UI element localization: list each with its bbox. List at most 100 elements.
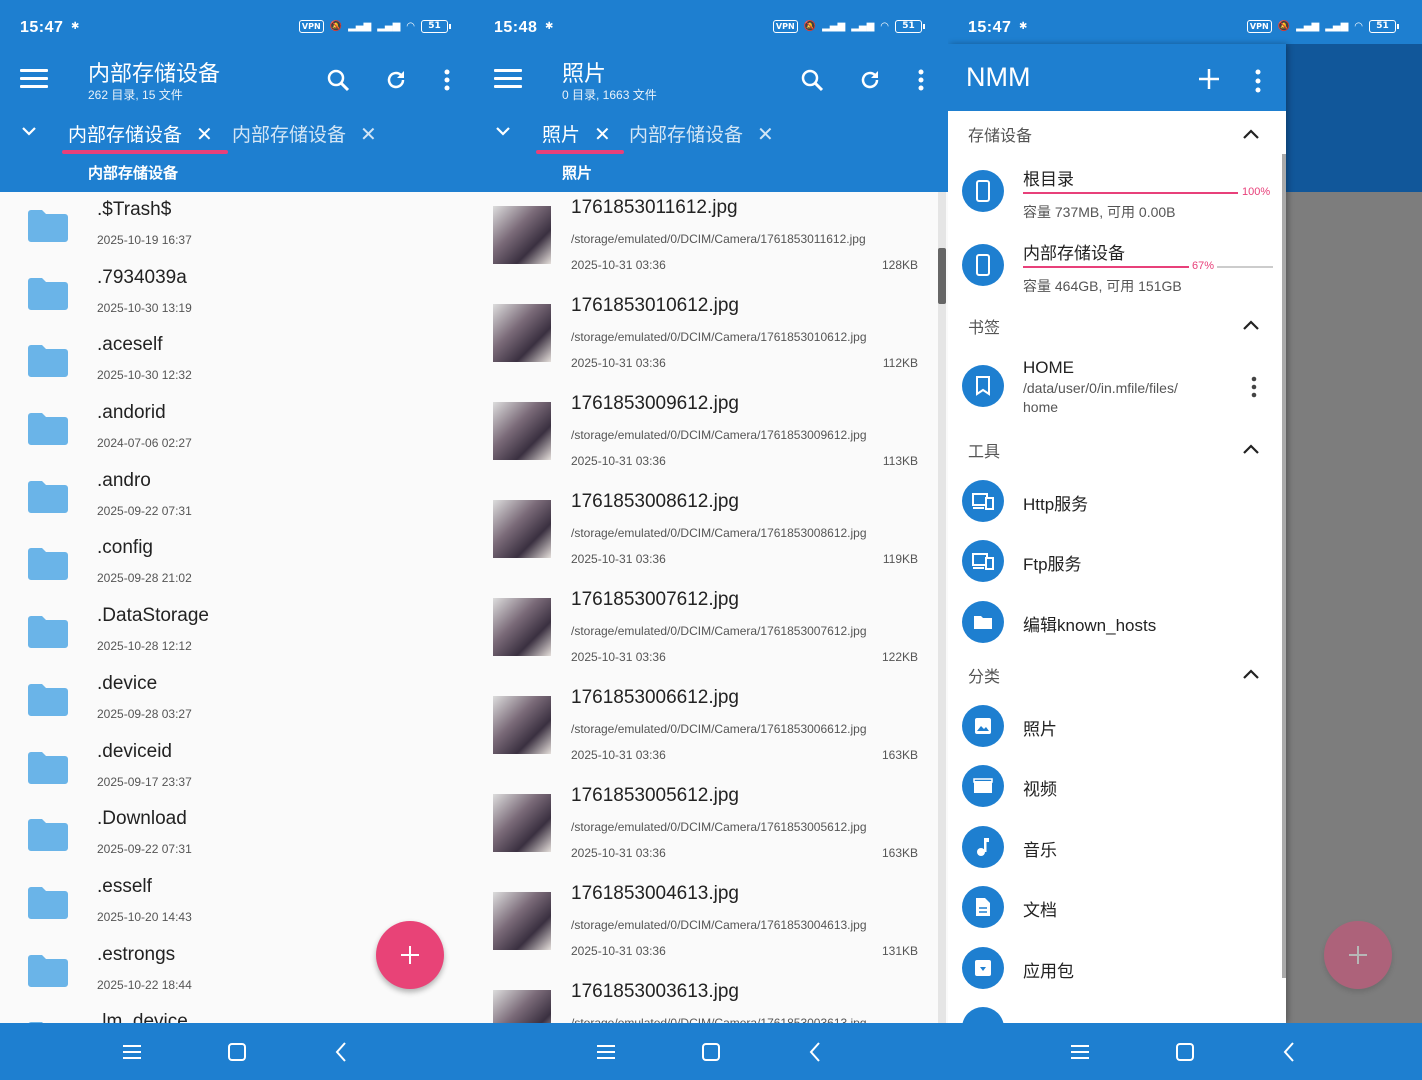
- photo-row[interactable]: 1761853006612.jpg/storage/emulated/0/DCI…: [474, 682, 938, 780]
- status-bar: 15:48 ✱ VPN 🔕 ▂▄▆ ▂▄▆ ◠ 51: [474, 0, 948, 44]
- more-vert-icon[interactable]: [1250, 376, 1258, 398]
- photo-size: 163KB: [881, 846, 918, 860]
- scrollbar-thumb[interactable]: [938, 248, 946, 304]
- folder-row[interactable]: .Download 2025-09-22 07:31: [0, 801, 474, 869]
- category-documents[interactable]: 文档: [948, 886, 1286, 942]
- tool-ftp-service[interactable]: Ftp服务: [948, 540, 1286, 596]
- chevron-up-icon[interactable]: [1242, 319, 1260, 331]
- photo-thumbnail: [493, 794, 551, 852]
- folder-row[interactable]: .7934039a 2025-10-30 13:19: [0, 260, 474, 328]
- folder-row[interactable]: .deviceid 2025-09-17 23:37: [0, 734, 474, 802]
- folder-row[interactable]: .andorid 2024-07-06 02:27: [0, 395, 474, 463]
- back-icon[interactable]: [330, 1041, 354, 1063]
- home-icon[interactable]: [699, 1041, 723, 1063]
- home-icon[interactable]: [225, 1041, 249, 1063]
- status-icons: VPN 🔕 ▂▄▆ ▂▄▆ ◠ 51: [1246, 20, 1399, 33]
- tab-internal-storage[interactable]: 内部存储设备 ✕: [629, 120, 774, 147]
- tab-photos[interactable]: 照片 ✕: [542, 120, 611, 147]
- refresh-button[interactable]: [852, 62, 888, 98]
- photo-row[interactable]: 1761853005612.jpg/storage/emulated/0/DCI…: [474, 780, 938, 878]
- storage-root[interactable]: 根目录 100% 容量 737MB, 可用 0.00B: [948, 162, 1286, 226]
- photo-row[interactable]: 1761853010612.jpg/storage/emulated/0/DCI…: [474, 290, 938, 388]
- chevron-up-icon[interactable]: [1242, 128, 1260, 140]
- chevron-down-icon[interactable]: [496, 124, 510, 138]
- photo-row[interactable]: 1761853004613.jpg/storage/emulated/0/DCI…: [474, 878, 938, 976]
- folder-name: .7934039a: [97, 266, 187, 288]
- recents-icon[interactable]: [594, 1041, 618, 1063]
- breadcrumb[interactable]: 照片: [562, 162, 592, 183]
- section-categories: 分类: [968, 669, 1001, 686]
- chevron-down-icon[interactable]: [22, 124, 36, 138]
- folder-icon: [28, 819, 68, 852]
- refresh-button[interactable]: [378, 62, 414, 98]
- recents-icon[interactable]: [1068, 1041, 1092, 1063]
- back-icon[interactable]: [804, 1041, 828, 1063]
- folder-icon: [28, 210, 68, 242]
- back-icon[interactable]: [1278, 1041, 1302, 1063]
- category-more[interactable]: [948, 1007, 1286, 1023]
- storage-internal[interactable]: 内部存储设备 67% 容量 464GB, 可用 151GB: [948, 236, 1286, 300]
- battery-icon: 51: [895, 20, 925, 33]
- folder-row[interactable]: .device 2025-09-28 03:27: [0, 666, 474, 734]
- recents-icon[interactable]: [120, 1041, 144, 1063]
- tab-internal-storage[interactable]: 内部存储设备 ✕: [68, 120, 213, 147]
- category-music[interactable]: 音乐: [948, 826, 1286, 882]
- photo-row[interactable]: 1761853011612.jpg/storage/emulated/0/DCI…: [474, 192, 938, 290]
- photo-row[interactable]: 1761853007612.jpg/storage/emulated/0/DCI…: [474, 584, 938, 682]
- breadcrumb[interactable]: 内部存储设备: [88, 162, 178, 183]
- app-bar: 照片 0 目录, 1663 文件 照片 ✕ 内部存储设备 ✕ 照片: [474, 44, 948, 192]
- status-time: 15:48: [494, 19, 538, 36]
- menu-button[interactable]: [20, 69, 48, 91]
- file-list: .$Trash$ 2025-10-19 16:37 .7934039a 2025-10…: [0, 192, 474, 1023]
- more-button[interactable]: [429, 62, 465, 98]
- photo-row[interactable]: 1761853003613.jpg/storage/emulated/0/DCI…: [474, 976, 938, 1023]
- folder-name: .config: [97, 537, 153, 559]
- close-icon[interactable]: ✕: [757, 124, 774, 146]
- status-time: 15:47: [968, 19, 1012, 36]
- bookmark-home[interactable]: HOME /data/user/0/in.mfile/files/ home: [948, 354, 1286, 418]
- home-icon[interactable]: [1173, 1041, 1197, 1063]
- folder-row[interactable]: .DataStorage 2025-10-28 12:12: [0, 598, 474, 666]
- photo-size: 119KB: [882, 552, 918, 566]
- tab-strip: 内部存储设备 ✕ 内部存储设备 ✕: [0, 116, 474, 156]
- category-videos[interactable]: 视频: [948, 765, 1286, 821]
- image-icon: [962, 705, 1004, 747]
- chevron-up-icon[interactable]: [1242, 668, 1260, 680]
- section-tools: 工具: [968, 444, 1001, 461]
- dimmed-app-bar: [1286, 44, 1422, 192]
- drawer-scrollbar[interactable]: [1282, 154, 1286, 978]
- search-icon: [801, 69, 824, 92]
- search-button[interactable]: [320, 62, 356, 98]
- category-apps[interactable]: 应用包: [948, 947, 1286, 1003]
- close-icon[interactable]: ✕: [360, 124, 377, 146]
- search-button[interactable]: [794, 62, 830, 98]
- folder-row[interactable]: .$Trash$ 2025-10-19 16:37: [0, 192, 474, 260]
- tool-http-service[interactable]: Http服务: [948, 480, 1286, 536]
- scrollbar-track[interactable]: [938, 192, 946, 1023]
- close-icon[interactable]: ✕: [196, 124, 213, 146]
- folder-name: .andorid: [97, 402, 166, 424]
- tab-internal-storage-2[interactable]: 内部存储设备 ✕: [232, 120, 377, 147]
- photo-date: 2025-10-31 03:36: [571, 552, 666, 566]
- photo-size: 128KB: [881, 258, 918, 272]
- folder-row[interactable]: .config 2025-09-28 21:02: [0, 530, 474, 598]
- folder-row[interactable]: .lm_device: [0, 1004, 474, 1023]
- more-vert-icon[interactable]: [1248, 68, 1268, 94]
- bookmark-label: HOME: [1023, 358, 1074, 377]
- drawer-scrim[interactable]: [1286, 192, 1422, 1023]
- folder-name: .$Trash$: [97, 199, 172, 220]
- more-button[interactable]: [903, 62, 939, 98]
- photo-row[interactable]: 1761853008612.jpg/storage/emulated/0/DCI…: [474, 486, 938, 584]
- close-icon[interactable]: ✕: [594, 124, 611, 146]
- add-fab-button[interactable]: [376, 921, 444, 989]
- folder-row[interactable]: .andro 2025-09-22 07:31: [0, 463, 474, 531]
- photo-size: 122KB: [881, 650, 918, 664]
- plus-icon[interactable]: [1196, 66, 1222, 92]
- photo-row[interactable]: 1761853009612.jpg/storage/emulated/0/DCI…: [474, 388, 938, 486]
- chevron-up-icon[interactable]: [1242, 443, 1260, 455]
- status-bar: 15:47 ✱ VPN 🔕 ▂▄▆ ▂▄▆ ◠ 51: [948, 0, 1422, 44]
- folder-row[interactable]: .aceself 2025-10-30 12:32: [0, 327, 474, 395]
- tool-edit-known-hosts[interactable]: 编辑known_hosts: [948, 601, 1286, 657]
- menu-button[interactable]: [494, 69, 522, 91]
- category-photos[interactable]: 照片: [948, 705, 1286, 761]
